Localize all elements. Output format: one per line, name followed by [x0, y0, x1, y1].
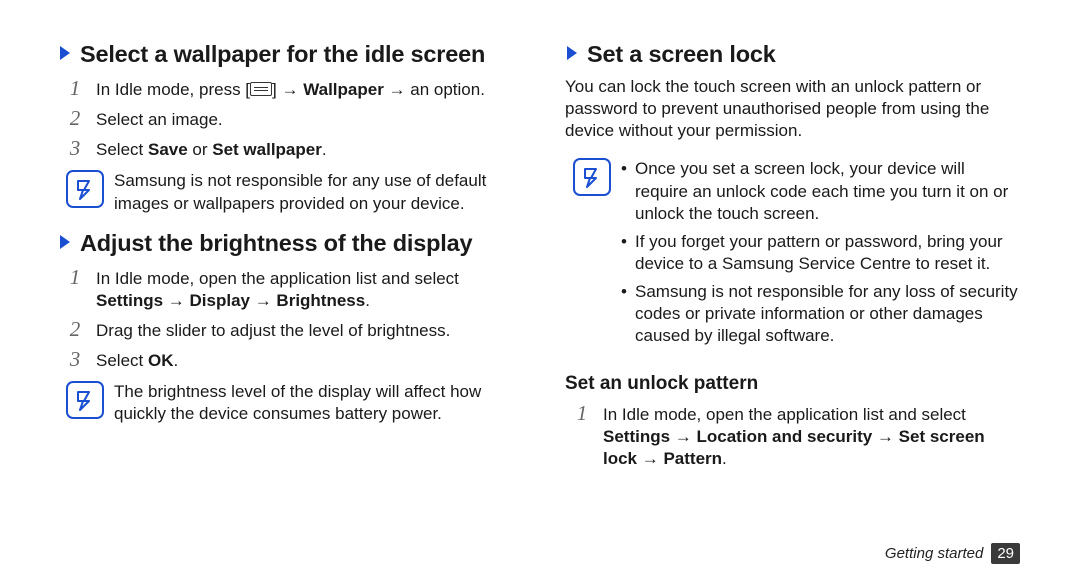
- left-column: Select a wallpaper for the idle screen 1…: [58, 40, 513, 546]
- step-number: 2: [64, 318, 86, 341]
- chevron-right-icon: [565, 44, 581, 62]
- section-header-brightness: Adjust the brightness of the display: [58, 229, 513, 257]
- page-container: Select a wallpaper for the idle screen 1…: [0, 0, 1080, 586]
- step-text: Select an image.: [96, 107, 513, 131]
- step-number: 3: [64, 137, 86, 160]
- section-title: Adjust the brightness of the display: [80, 229, 472, 257]
- intro-text: You can lock the touch screen with an un…: [565, 76, 1020, 142]
- note-icon: [66, 170, 104, 208]
- step-number: 1: [64, 266, 86, 289]
- chevron-right-icon: [58, 44, 74, 62]
- right-column: Set a screen lock You can lock the touch…: [565, 40, 1020, 546]
- step-3: 3 Select Save or Set wallpaper.: [58, 137, 513, 161]
- note-box: Once you set a screen lock, your device …: [573, 158, 1020, 353]
- menu-key-icon: [250, 82, 272, 96]
- step-1: 1 In Idle mode, open the application lis…: [565, 402, 1020, 470]
- note-text: The brightness level of the display will…: [114, 381, 513, 425]
- section-title: Set a screen lock: [587, 40, 776, 68]
- step-text: Drag the slider to adjust the level of b…: [96, 318, 513, 342]
- step-1: 1 In Idle mode, open the application lis…: [58, 266, 513, 312]
- step-2: 2 Select an image.: [58, 107, 513, 131]
- note-bullet: If you forget your pattern or password, …: [621, 231, 1020, 275]
- sub-section-title: Set an unlock pattern: [565, 373, 1020, 395]
- section-title: Select a wallpaper for the idle screen: [80, 40, 485, 68]
- section-header-screenlock: Set a screen lock: [565, 40, 1020, 68]
- step-number: 2: [64, 107, 86, 130]
- step-text: Select Save or Set wallpaper.: [96, 137, 513, 161]
- note-text: Samsung is not responsible for any use o…: [114, 170, 513, 214]
- step-text: In Idle mode, press [] → Wallpaper → an …: [96, 77, 513, 101]
- footer-section-label: Getting started: [885, 545, 983, 562]
- step-text: In Idle mode, open the application list …: [603, 402, 1020, 470]
- note-icon: [573, 158, 611, 196]
- step-1: 1 In Idle mode, press [] → Wallpaper → a…: [58, 77, 513, 101]
- note-bullet: Samsung is not responsible for any loss …: [621, 281, 1020, 347]
- note-icon: [66, 381, 104, 419]
- step-text: Select OK.: [96, 348, 513, 372]
- step-3: 3 Select OK.: [58, 348, 513, 372]
- page-footer: Getting started 29: [885, 543, 1020, 564]
- step-2: 2 Drag the slider to adjust the level of…: [58, 318, 513, 342]
- chevron-right-icon: [58, 233, 74, 251]
- note-box: Samsung is not responsible for any use o…: [66, 170, 513, 214]
- step-text: In Idle mode, open the application list …: [96, 266, 513, 312]
- page-number: 29: [991, 543, 1020, 564]
- note-box: The brightness level of the display will…: [66, 381, 513, 425]
- note-bullet-list: Once you set a screen lock, your device …: [621, 158, 1020, 353]
- step-number: 1: [64, 77, 86, 100]
- step-number: 3: [64, 348, 86, 371]
- note-bullet: Once you set a screen lock, your device …: [621, 158, 1020, 224]
- section-header-wallpaper: Select a wallpaper for the idle screen: [58, 40, 513, 68]
- step-number: 1: [571, 402, 593, 425]
